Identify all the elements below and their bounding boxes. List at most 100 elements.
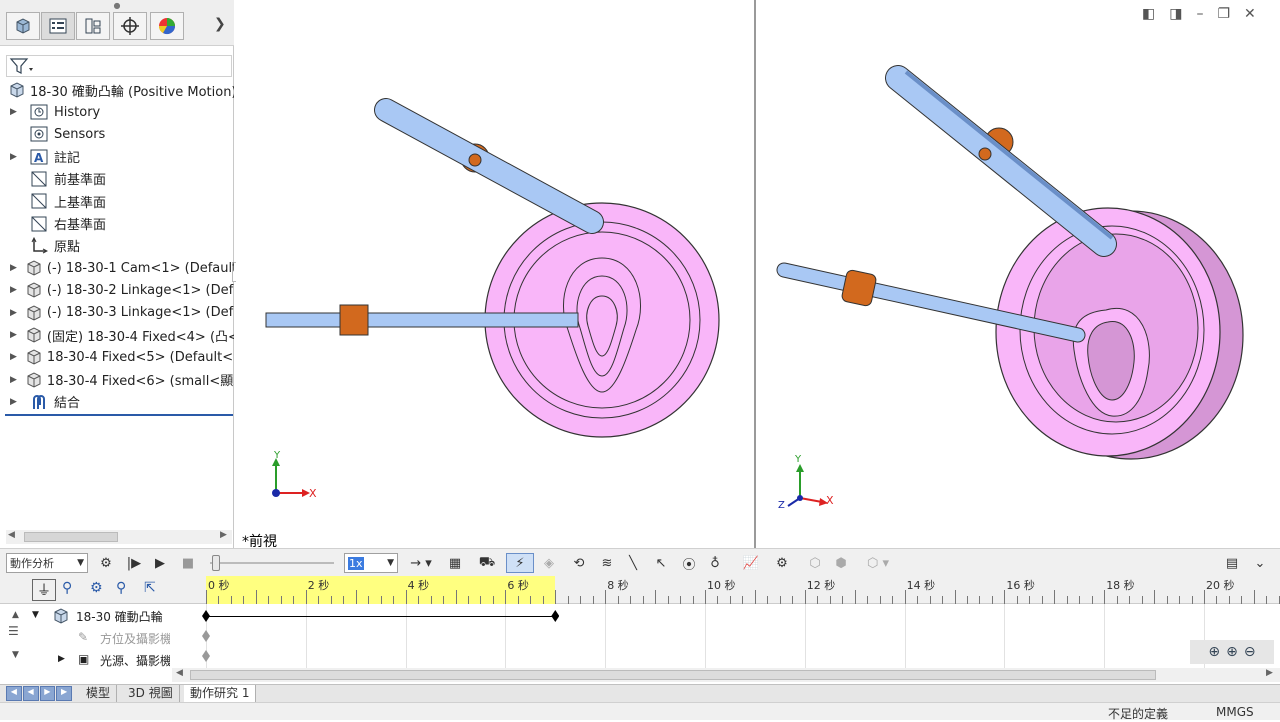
- tile-left-icon[interactable]: ◧: [1142, 6, 1155, 22]
- prev-tab-icon[interactable]: ◀: [22, 686, 39, 701]
- study-properties-icon[interactable]: ⚙: [770, 553, 794, 573]
- filter-selected-icon[interactable]: ⚙: [90, 580, 103, 596]
- last-tab-icon[interactable]: ▶: [56, 686, 72, 701]
- tree-item[interactable]: ▶ (固定) 18-30-4 Fixed<4> (凸<顯: [0, 324, 234, 346]
- scroll-thumb[interactable]: [24, 532, 118, 542]
- scroll-up-icon[interactable]: ▲: [12, 610, 19, 620]
- tree-root[interactable]: 18-30 確動凸輪 (Positive Motion) -: [0, 79, 234, 101]
- study-type-select[interactable]: 動作分析 ▼: [6, 553, 88, 573]
- tab-motion-study-1[interactable]: 動作研究 1: [184, 685, 257, 702]
- timeline-grid[interactable]: [202, 604, 1280, 668]
- tab-propertymanager[interactable]: [41, 12, 75, 40]
- expand-arrow-icon[interactable]: ▶: [10, 107, 22, 117]
- filter-animating-icon[interactable]: ⏚: [32, 579, 56, 601]
- timeline-scroll-thumb[interactable]: [190, 670, 1156, 680]
- simulation-setup-icon[interactable]: ⬡: [804, 553, 826, 573]
- speed-select[interactable]: 1x ▼: [344, 553, 398, 573]
- key-bar[interactable]: [206, 616, 556, 617]
- units-status[interactable]: MMGS: [1216, 705, 1254, 719]
- mm-tree-orientation[interactable]: 方位及攝影機: [100, 630, 170, 647]
- damper-icon[interactable]: ╲: [622, 553, 644, 573]
- tab-displaymanager[interactable]: [150, 12, 184, 40]
- tree-item[interactable]: ▶ 結合: [0, 391, 234, 413]
- keypoint[interactable]: [202, 630, 210, 642]
- play-from-start-icon[interactable]: |▶: [124, 553, 144, 573]
- animation-wizard-icon[interactable]: ⛟: [476, 553, 498, 573]
- tab-featuremanager[interactable]: [6, 12, 40, 40]
- tree-item[interactable]: 右基準面: [0, 213, 234, 235]
- zoom-fit-icon[interactable]: ⊕: [1208, 644, 1220, 660]
- calculate-icon[interactable]: ⚙: [96, 553, 116, 573]
- tree-item[interactable]: 原點: [0, 235, 234, 257]
- force-icon[interactable]: ↖: [650, 553, 672, 573]
- close-icon[interactable]: ✕: [1244, 6, 1256, 22]
- minimize-icon[interactable]: –: [1196, 6, 1203, 22]
- expand-arrow-icon[interactable]: ▶: [10, 285, 17, 295]
- chevron-right-icon[interactable]: ❯: [214, 16, 226, 32]
- scroll-right-icon[interactable]: ▶: [1266, 668, 1273, 678]
- first-tab-icon[interactable]: ◀: [6, 686, 22, 701]
- expand-arrow-icon[interactable]: ▶: [10, 397, 22, 407]
- scroll-left-icon[interactable]: ◀: [176, 668, 183, 678]
- expand-arrow-icon[interactable]: ▶: [10, 352, 17, 362]
- playback-slider[interactable]: [210, 553, 336, 573]
- expand-arrow-icon[interactable]: ▶: [58, 654, 65, 664]
- tab-configurationmanager[interactable]: [76, 12, 110, 40]
- expand-arrow-icon[interactable]: ▶: [10, 263, 17, 273]
- playback-mode-icon[interactable]: → ▾: [404, 553, 438, 573]
- zoom-out-icon[interactable]: ⊖: [1244, 644, 1256, 660]
- expand-arrow-icon[interactable]: ▼: [32, 610, 39, 620]
- tree-item[interactable]: ▶ A 註記: [0, 146, 234, 168]
- tile-right-icon[interactable]: ◨: [1169, 6, 1182, 22]
- expand-arrow-icon[interactable]: ▶: [10, 375, 17, 385]
- tree-item[interactable]: ▶ (-) 18-30-1 Cam<1> (Default<<: [0, 257, 234, 279]
- tree-item[interactable]: Sensors: [0, 123, 234, 145]
- scroll-left-icon[interactable]: ◀: [8, 530, 15, 540]
- scroll-down-icon[interactable]: ▼: [12, 650, 19, 660]
- keypoint[interactable]: [202, 650, 210, 662]
- keypoint[interactable]: [551, 610, 560, 622]
- next-tab-icon[interactable]: ▶: [39, 686, 56, 701]
- tree-item[interactable]: ▶ History: [0, 101, 234, 123]
- spring-icon[interactable]: ≋: [596, 553, 618, 573]
- add-key-icon[interactable]: ◈: [538, 553, 560, 573]
- expand-arrow-icon[interactable]: ▶: [10, 308, 17, 318]
- zoom-in-icon[interactable]: ⊕: [1226, 644, 1238, 660]
- tree-item[interactable]: ▶ 18-30-4 Fixed<5> (Default<<D: [0, 346, 234, 368]
- autokey-icon[interactable]: ⚡: [506, 553, 534, 573]
- slider-thumb[interactable]: [212, 555, 220, 571]
- horizontal-scrollbar[interactable]: ◀ ▶: [6, 530, 232, 544]
- motor-icon[interactable]: ⟲: [568, 553, 590, 573]
- save-animation-icon[interactable]: ▦: [444, 553, 466, 573]
- simulation-results-icon[interactable]: ⬢: [830, 553, 852, 573]
- expand-arrow-icon[interactable]: ▶: [10, 330, 17, 340]
- play-icon[interactable]: ▶: [152, 553, 168, 573]
- graphics-viewport-front[interactable]: Y X *前視: [236, 0, 754, 550]
- stop-icon[interactable]: ■: [180, 553, 196, 573]
- keypoint[interactable]: [202, 610, 210, 622]
- gravity-icon[interactable]: ♁: [704, 553, 726, 573]
- tab-model[interactable]: 模型: [80, 685, 118, 702]
- tree-item[interactable]: 上基準面: [0, 190, 234, 212]
- tree-filter[interactable]: [6, 55, 232, 77]
- tree-item[interactable]: ▶ (-) 18-30-2 Linkage<1> (Defau: [0, 279, 234, 301]
- timeline-scrollbar[interactable]: ◀ ▶: [172, 668, 1280, 682]
- list-icon[interactable]: ☰: [8, 624, 19, 638]
- tab-3d-views[interactable]: 3D 視圖: [122, 685, 180, 702]
- filter-results-icon[interactable]: ⚲: [116, 580, 126, 596]
- results-plots-icon[interactable]: 📈: [738, 553, 764, 573]
- scroll-right-icon[interactable]: ▶: [220, 530, 227, 540]
- mm-tree-root[interactable]: 18-30 確動凸輪: [76, 608, 163, 625]
- simulation-options-icon[interactable]: ⬡ ▾: [858, 553, 898, 573]
- timeline-view-icon[interactable]: ▤: [1220, 553, 1244, 573]
- mm-tree-lights[interactable]: 光源、攝影機: [100, 652, 170, 669]
- contact-icon[interactable]: ⦿: [678, 553, 700, 573]
- restore-icon[interactable]: ❐: [1217, 6, 1230, 22]
- filter-autofit-icon[interactable]: ⇱: [144, 580, 156, 596]
- collapse-icon[interactable]: ⌄: [1250, 553, 1270, 573]
- tree-item[interactable]: ▶ (-) 18-30-3 Linkage<1> (Defau: [0, 302, 234, 324]
- filter-driving-icon[interactable]: ⚲: [62, 580, 72, 596]
- time-ruler[interactable]: 0 秒 2 秒 4 秒 6 秒 8 秒 10 秒 12 秒 14 秒 16 秒 18 秒 20 秒: [206, 576, 1280, 604]
- grip-icon[interactable]: ●: [110, 1, 124, 10]
- tab-dimxpert[interactable]: [113, 12, 147, 40]
